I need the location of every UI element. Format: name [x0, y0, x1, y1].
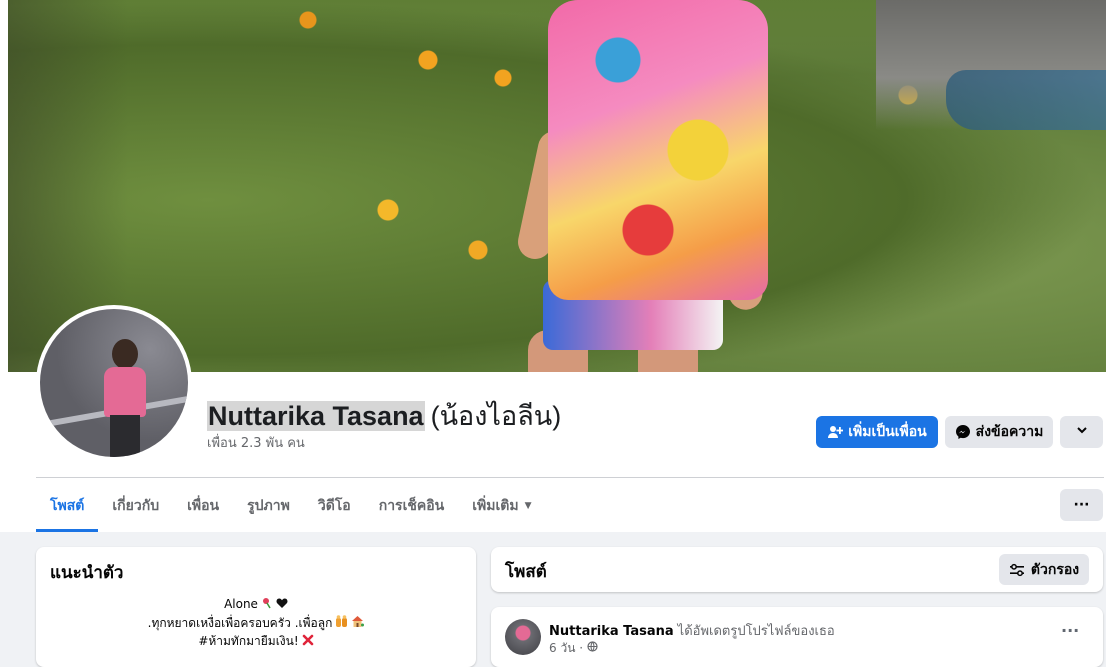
profile-alternate-name: (น้องไอลีน) — [430, 401, 562, 431]
profile-tabs: โพสต์ เกี่ยวกับ เพื่อน รูปภาพ วิดีโอ การ… — [36, 480, 546, 532]
cover-child-figure — [514, 0, 798, 372]
bio-text: #ห้ามทักมายืมเงิน! — [198, 634, 299, 648]
post-headline: Nuttarika Tasana ได้อัพเดตรูปโปรไฟล์ของเธ… — [549, 620, 835, 641]
child-shirt — [548, 0, 768, 300]
add-friend-label: เพิ่มเป็นเพื่อน — [848, 424, 927, 440]
tab-posts[interactable]: โพสต์ — [36, 480, 99, 532]
profile-name-heading: Nuttarika Tasana (น้องไอลีน) — [207, 394, 561, 437]
tab-label: การเช็คอิน — [378, 498, 445, 514]
avatar-body — [104, 367, 146, 417]
avatar-head — [112, 339, 138, 369]
tab-label: เพื่อน — [187, 498, 220, 514]
filter-label: ตัวกรอง — [1030, 561, 1080, 578]
profile-more-button[interactable] — [1060, 416, 1103, 448]
profile-header: Nuttarika Tasana (น้องไอลีน) เพื่อน 2.3 พ… — [0, 0, 1106, 532]
post-menu-button[interactable]: ··· — [1061, 621, 1079, 640]
post-card: Nuttarika Tasana ได้อัพเดตรูปโปรไฟล์ของเธ… — [491, 607, 1103, 667]
tab-photos[interactable]: รูปภาพ — [233, 480, 304, 532]
intro-title: แนะนำตัว — [50, 563, 124, 583]
avatar-legs — [110, 415, 140, 457]
intro-card: แนะนำตัว Alone .ทุกหยาดเหงื่อเพื่อครอบคร… — [36, 547, 476, 667]
post-time[interactable]: 6 วัน · — [549, 641, 583, 655]
house-icon — [351, 614, 365, 632]
post-author[interactable]: Nuttarika Tasana — [549, 624, 674, 639]
tab-label: วิดีโอ — [317, 498, 351, 514]
friend-count[interactable]: เพื่อน 2.3 พัน คน — [207, 432, 305, 453]
tab-label: รูปภาพ — [247, 498, 290, 514]
profile-name: Nuttarika Tasana — [207, 401, 425, 431]
post-meta: 6 วัน · — [549, 639, 598, 658]
tab-more[interactable]: เพิ่มเติม ▼ — [458, 480, 545, 532]
posts-title: โพสต์ — [505, 562, 547, 582]
tab-about[interactable]: เกี่ยวกับ — [98, 480, 173, 532]
caret-down-icon: ▼ — [524, 501, 532, 511]
family-icon — [335, 614, 348, 632]
black-heart-icon — [276, 596, 288, 614]
message-button[interactable]: ส่งข้อความ — [945, 416, 1053, 448]
posts-header-card: โพสต์ ตัวกรอง — [491, 547, 1103, 592]
post-author-avatar[interactable] — [505, 619, 541, 655]
post-action-text: ได้อัพเดตรูปโปรไฟล์ของเธอ — [677, 624, 835, 639]
tab-friends[interactable]: เพื่อน — [173, 480, 233, 532]
tab-label: เกี่ยวกับ — [112, 498, 160, 514]
cover-photo[interactable] — [8, 0, 1106, 372]
tab-videos[interactable]: วิดีโอ — [304, 480, 365, 532]
bio-text: Alone — [224, 597, 258, 611]
tab-label: เพิ่มเติม — [472, 498, 519, 514]
add-friend-button[interactable]: เพิ่มเป็นเพื่อน — [816, 416, 938, 448]
bio-text: .ทุกหยาดเหงื่อเพื่อครอบครัว .เพื่อลูก — [147, 615, 333, 630]
tabs-overflow-button[interactable]: ··· — [1060, 489, 1103, 521]
bio-line-2: .ทุกหยาดเหงื่อเพื่อครอบครัว .เพื่อลูก — [36, 614, 476, 633]
tab-checkins[interactable]: การเช็คอิน — [365, 480, 459, 532]
globe-icon — [587, 641, 598, 655]
rose-icon — [261, 596, 273, 614]
chevron-down-icon — [1076, 424, 1088, 440]
profile-avatar[interactable] — [40, 309, 188, 457]
header-divider — [36, 477, 1104, 478]
filter-button[interactable]: ตัวกรอง — [999, 554, 1089, 585]
tab-label: โพสต์ — [50, 498, 85, 514]
bio-line-1: Alone — [36, 595, 476, 614]
cover-tarp — [946, 70, 1106, 130]
filter-sliders-icon — [1009, 563, 1025, 577]
messenger-icon — [955, 424, 971, 440]
message-label: ส่งข้อความ — [975, 424, 1044, 440]
add-friend-icon — [827, 424, 844, 440]
avatar-person — [100, 339, 150, 457]
intro-bio: Alone .ทุกหยาดเหงื่อเพื่อครอบครัว .เพื่อ… — [36, 595, 476, 651]
